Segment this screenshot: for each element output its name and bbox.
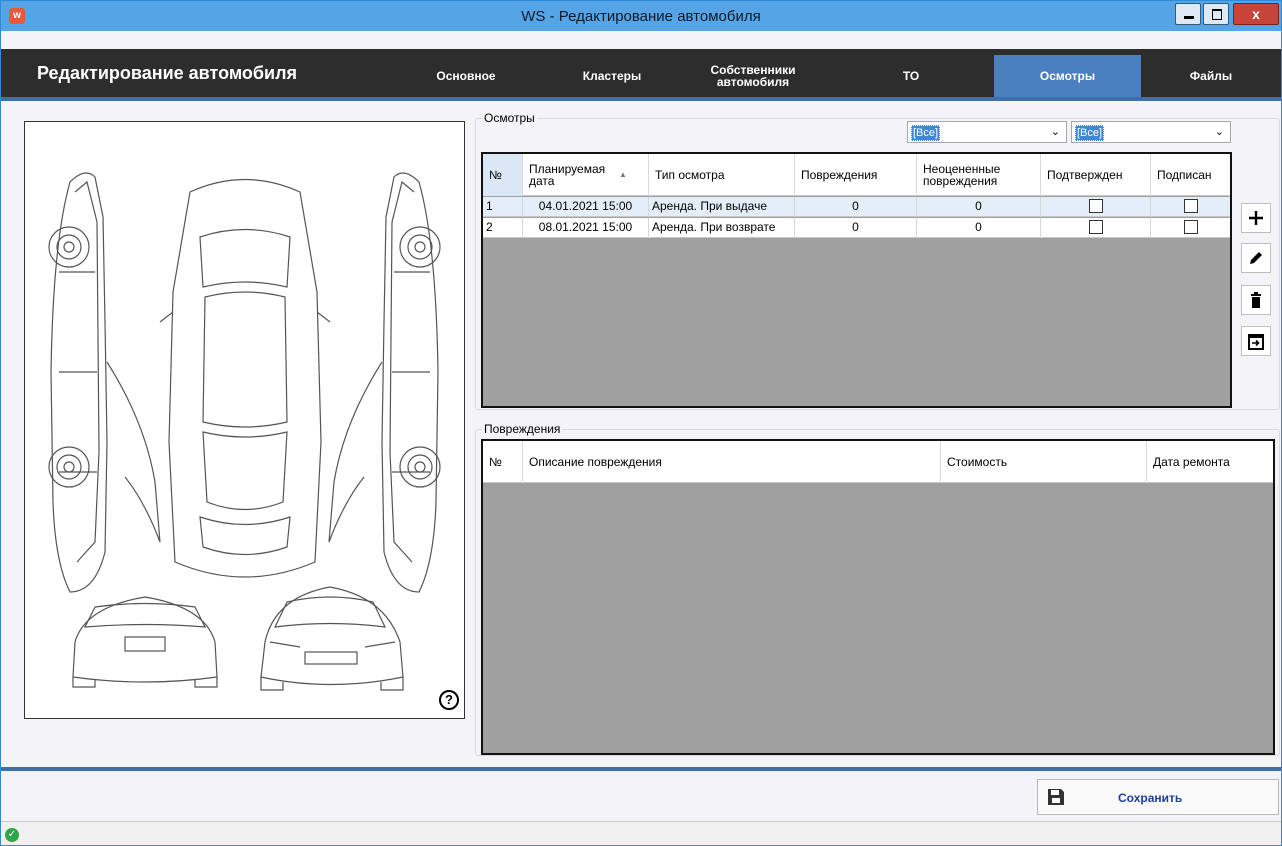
cell-unassessed: 0 [917,197,1041,217]
cell-no: 2 [483,218,523,238]
col-header-type[interactable]: Тип осмотра [649,154,795,196]
col-header-confirmed[interactable]: Подтвержден [1041,154,1151,196]
col-header-no[interactable]: № [483,441,523,483]
col-header-repair-date[interactable]: Дата ремонта [1147,441,1273,483]
cell-type: Аренда. При выдаче [649,197,795,217]
col-header-date-label: Планируемая дата [529,162,606,188]
car-diagram [48,172,441,691]
cell-unassessed: 0 [917,218,1041,238]
add-button[interactable] [1241,203,1271,233]
tab-main[interactable]: Основное [411,55,521,97]
damages-group-label: Повреждения [482,422,563,436]
filter-select-1-value: [Все] [911,125,941,141]
tab-files[interactable]: Файлы [1161,55,1261,97]
cell-damages: 0 [795,197,917,217]
delete-button[interactable] [1241,285,1271,315]
cell-date: 04.01.2021 15:00 [523,197,649,217]
cell-date: 08.01.2021 15:00 [523,218,649,238]
damages-grid[interactable]: № Описание повреждения Стоимость Дата ре… [481,439,1275,755]
cell-damages: 0 [795,218,917,238]
table-row[interactable]: 1 04.01.2021 15:00 Аренда. При выдаче 0 … [483,197,1230,217]
inspections-group-label: Осмотры [482,111,537,125]
calendar-icon [1248,334,1264,350]
sort-asc-icon: ▲ [619,170,627,179]
save-button[interactable]: Сохранить [1037,779,1279,815]
cell-type: Аренда. При возврате [649,218,795,238]
cell-signed [1151,197,1230,217]
signed-checkbox[interactable] [1183,199,1198,213]
tab-owners[interactable]: Собственники автомобиля [693,55,813,97]
col-header-cost[interactable]: Стоимость [941,441,1147,483]
trash-icon [1251,292,1261,308]
filter-select-2[interactable]: [Все] ⌄ [1071,121,1231,143]
title-bar: w WS - Редактирование автомобиля x [1,1,1281,31]
schedule-button[interactable] [1241,326,1271,356]
filter-select-1[interactable]: [Все] ⌄ [907,121,1067,143]
cell-confirmed [1041,197,1151,217]
signed-checkbox[interactable] [1183,220,1198,234]
confirmed-checkbox[interactable] [1088,199,1103,213]
check-circle-icon: ✓ [5,828,19,842]
help-icon[interactable]: ? [439,690,459,710]
window-title: WS - Редактирование автомобиля [521,8,761,25]
col-header-no[interactable]: № [483,154,523,196]
chevron-down-icon: ⌄ [1214,126,1224,138]
tab-inspections[interactable]: Осмотры [994,55,1141,97]
page-title: Редактирование автомобиля [37,63,298,83]
header-bar: Редактирование автомобиля Основное Класт… [1,49,1281,97]
table-row[interactable]: 2 08.01.2021 15:00 Аренда. При возврате … [483,218,1230,238]
pencil-icon [1250,252,1262,264]
header-divider [1,97,1281,101]
cell-signed [1151,218,1230,238]
maximize-button[interactable] [1203,3,1229,25]
col-header-signed[interactable]: Подписан [1151,154,1230,196]
tab-maintenance[interactable]: ТО [861,55,961,97]
col-header-date[interactable]: Планируемая дата ▲ [523,154,649,196]
close-button[interactable]: x [1233,3,1279,25]
confirmed-checkbox[interactable] [1088,220,1103,234]
col-header-description[interactable]: Описание повреждения [523,441,941,483]
minimize-button[interactable] [1175,3,1201,25]
col-header-damages[interactable]: Повреждения [795,154,917,196]
cell-confirmed [1041,218,1151,238]
car-diagram-panel[interactable]: ? [24,121,465,719]
tab-clusters[interactable]: Кластеры [557,55,667,97]
col-header-unassessed[interactable]: Неоцененные повреждения [917,154,1041,196]
filter-select-2-value: [Все] [1075,125,1105,141]
chevron-down-icon: ⌄ [1050,126,1060,138]
status-bar: ✓ [1,821,1281,845]
inspections-grid[interactable]: № Планируемая дата ▲ Тип осмотра Поврежд… [481,152,1232,408]
footer-divider [1,767,1281,771]
save-button-label: Сохранить [1118,791,1183,805]
cell-no: 1 [483,197,523,217]
app-window: w WS - Редактирование автомобиля x Редак… [0,0,1282,846]
inspections-grid-header: № Планируемая дата ▲ Тип осмотра Поврежд… [483,154,1230,196]
edit-button[interactable] [1241,243,1271,273]
plus-icon [1249,211,1263,225]
floppy-disk-icon [1048,789,1064,805]
damages-grid-header: № Описание повреждения Стоимость Дата ре… [483,441,1273,483]
